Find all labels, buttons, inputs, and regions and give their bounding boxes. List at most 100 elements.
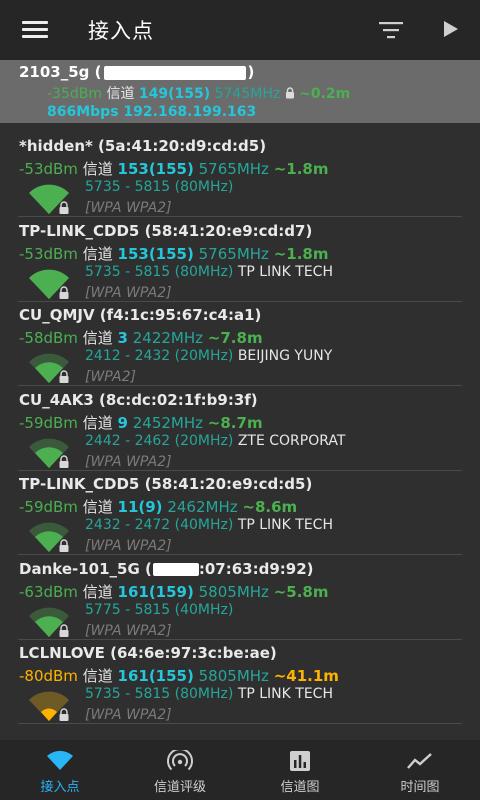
ap-security: [WPA WPA2]	[85, 707, 172, 723]
tab-label: 接入点	[40, 780, 80, 795]
ap-channel-label: 信道	[82, 329, 113, 347]
ap-vendor: TP LINK TECH	[237, 686, 333, 702]
lock-icon	[59, 454, 69, 468]
lock-icon	[285, 87, 294, 99]
ap-channel-label: 信道	[82, 160, 113, 178]
ap-security: [WPA WPA2]	[85, 453, 172, 470]
access-point-row[interactable]: TP-LINK_CDD5 (58:41:20:e9:cd:d7) -53dBm …	[0, 218, 480, 302]
ap-range-line: 5735 - 5815 (80MHz) TP LINK TECH	[85, 264, 333, 280]
app-bar: 接入点	[0, 0, 480, 60]
access-point-row[interactable]: *hidden* (5a:41:20:d9:cd:d5) -53dBm 信道 1…	[0, 133, 480, 217]
ap-channel: 3	[117, 329, 128, 347]
ap-frequency: 2422MHz	[132, 329, 204, 347]
wifi-signal-icon	[29, 269, 69, 299]
ap-range: 2412 - 2432 (20MHz)	[85, 348, 234, 364]
ap-signal-line: -53dBm 信道 153(155) 5765MHz ~1.8m	[19, 243, 328, 264]
tab-time-graph[interactable]: 时间图	[360, 740, 480, 800]
ap-signal-line: -63dBm 信道 161(159) 5805MHz ~5.8m	[19, 581, 328, 602]
ap-security: [WPA2]	[85, 369, 136, 385]
ap-name: *hidden* (5a:41:20:d9:cd:d5)	[19, 137, 267, 155]
ap-vendor: TP LINK TECH	[237, 517, 333, 533]
ap-distance: ~41.1m	[273, 667, 339, 685]
ap-range: 2432 - 2472 (40MHz)	[85, 517, 234, 533]
ap-channel-label: 信道	[82, 582, 113, 601]
play-icon[interactable]	[444, 21, 458, 37]
connected-access-point[interactable]: 2103_5g () -35dBm 信道 149(155) 5745MHz ~0…	[0, 60, 480, 123]
lock-icon	[59, 285, 69, 299]
access-point-list[interactable]: 2103_5g () -35dBm 信道 149(155) 5745MHz ~0…	[0, 60, 480, 740]
ap-signal-line: -59dBm 信道 9 2452MHz ~8.7m	[19, 412, 263, 433]
wifi-signal-icon	[29, 691, 69, 721]
ap-signal-line: -53dBm 信道 153(155) 5765MHz ~1.8m	[19, 158, 328, 179]
ap-frequency: 5805MHz	[198, 582, 269, 601]
lock-icon	[59, 708, 69, 721]
connected-rate-ip: 866Mbps 192.168.199.163	[47, 104, 257, 120]
tab-access-points[interactable]: 接入点	[0, 740, 120, 800]
access-point-row[interactable]: CU_4AK3 (8c:dc:02:1f:b9:3f) -59dBm 信道 9 …	[0, 387, 480, 471]
connected-ssid: 2103_5g ()	[19, 63, 255, 81]
ap-dbm: -63dBm	[19, 582, 78, 601]
ap-channel-label: 信道	[82, 244, 113, 263]
ap-distance: ~1.8m	[273, 160, 329, 178]
page-title: 接入点	[88, 19, 154, 43]
ap-name: TP-LINK_CDD5 (58:41:20:e9:cd:d7)	[19, 221, 313, 240]
ap-channel: 9	[117, 413, 128, 432]
lock-icon	[59, 539, 69, 552]
bottom-navigation: 接入点 信道评级 信道图 时间图	[0, 740, 480, 800]
ap-name: TP-LINK_CDD5 (58:41:20:e9:cd:d5)	[19, 475, 313, 493]
ap-range: 5735 - 5815 (80MHz)	[85, 179, 234, 195]
ap-frequency: 5805MHz	[198, 667, 269, 685]
divider	[18, 723, 462, 724]
line-chart-icon	[407, 753, 432, 769]
tab-channel-graph[interactable]: 信道图	[240, 740, 360, 800]
ap-channel: 153(155)	[117, 160, 194, 178]
ap-name: CU_QMJV (f4:1c:95:67:c4:a1)	[19, 306, 262, 324]
wifi-signal-icon	[29, 353, 69, 383]
ap-security: [WPA WPA2]	[85, 538, 172, 554]
ap-channel: 161(155)	[117, 667, 194, 685]
ap-channel: 153(155)	[117, 244, 194, 263]
ap-dbm: -59dBm	[19, 498, 78, 516]
signal-rating-icon	[167, 750, 193, 771]
ap-distance: ~7.8m	[207, 329, 263, 347]
ap-frequency: 2452MHz	[132, 413, 204, 432]
ap-channel: 161(159)	[117, 582, 194, 601]
ap-dbm: -59dBm	[19, 413, 78, 432]
tab-label: 信道图	[280, 780, 320, 795]
menu-icon[interactable]	[22, 21, 48, 39]
access-point-row[interactable]: Danke-101_5G (:07:63:d9:92) -63dBm 信道 16…	[0, 556, 480, 640]
wifi-signal-icon	[29, 438, 69, 468]
ap-dbm: -53dBm	[19, 160, 78, 178]
ap-range-line: 2442 - 2462 (20MHz) ZTE CORPORAT	[85, 433, 345, 449]
ap-security: [WPA WPA2]	[85, 200, 172, 216]
ap-range-line: 5735 - 5815 (80MHz) TP LINK TECH	[85, 686, 333, 702]
ap-distance: ~8.7m	[207, 413, 263, 432]
ap-security: [WPA WPA2]	[85, 622, 172, 639]
wifi-icon	[47, 750, 73, 770]
ap-name: LCLNLOVE (64:6e:97:3c:be:ae)	[19, 644, 277, 662]
access-point-row[interactable]: LCLNLOVE (64:6e:97:3c:be:ae) -80dBm 信道 1…	[0, 640, 480, 724]
ap-channel-label: 信道	[82, 667, 113, 685]
ap-range: 5775 - 5815 (40MHz)	[85, 601, 234, 618]
ap-distance: ~8.6m	[242, 498, 298, 516]
ap-channel: 11(9)	[117, 498, 163, 516]
redacted-mask	[103, 65, 246, 80]
filter-icon[interactable]	[378, 20, 404, 40]
wifi-signal-icon	[29, 607, 69, 637]
ap-vendor: TP LINK TECH	[237, 263, 333, 280]
access-point-row[interactable]: TP-LINK_CDD5 (58:41:20:e9:cd:d5) -59dBm …	[0, 471, 480, 555]
ap-channel-label: 信道	[82, 413, 113, 432]
ap-signal-line: -80dBm 信道 161(155) 5805MHz ~41.1m	[19, 665, 339, 686]
access-point-row[interactable]: CU_QMJV (f4:1c:95:67:c4:a1) -58dBm 信道 3 …	[0, 302, 480, 386]
ap-range-line: 5775 - 5815 (40MHz)	[85, 602, 233, 618]
tab-label: 信道评级	[153, 780, 206, 795]
tab-channel-rating[interactable]: 信道评级	[120, 740, 240, 800]
ap-security: [WPA WPA2]	[85, 284, 172, 301]
ap-range-line: 2432 - 2472 (40MHz) TP LINK TECH	[85, 517, 333, 533]
lock-icon	[59, 370, 69, 383]
ap-vendor: ZTE CORPORAT	[237, 432, 346, 449]
ap-name: CU_4AK3 (8c:dc:02:1f:b9:3f)	[19, 390, 258, 409]
lock-icon	[59, 201, 69, 214]
ap-range: 5735 - 5815 (80MHz)	[85, 263, 234, 280]
wifi-signal-icon	[29, 184, 69, 214]
